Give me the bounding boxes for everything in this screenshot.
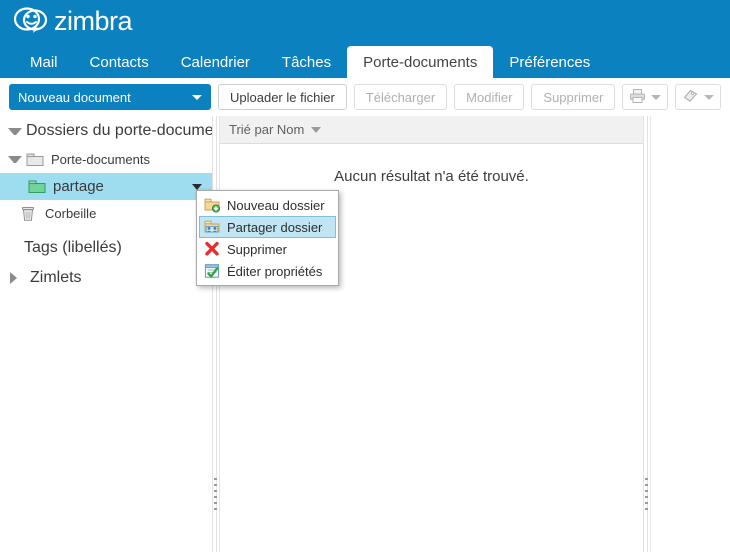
delete-button[interactable]: Supprimer	[531, 84, 616, 110]
tab-label: Tâches	[281, 53, 332, 71]
brand-logo[interactable]: zimbra	[13, 6, 133, 36]
sidebar-zimlets-label: Zimlets	[30, 269, 82, 286]
expand-triangle-icon[interactable]	[10, 272, 24, 284]
sidebar-section-zimlets[interactable]: Zimlets	[0, 263, 212, 293]
zimbra-app-window: zimbra Mail Contacts Calendrier Tâches P…	[0, 0, 730, 552]
tab-label: Porte-documents	[363, 53, 478, 71]
tag-icon	[682, 88, 699, 107]
folder-actions-chevron-down-icon[interactable]	[192, 183, 202, 190]
sidebar-item-label: Corbeille	[45, 206, 97, 221]
tag-button[interactable]	[675, 84, 722, 110]
folders-sidebar: Dossiers du porte-documents Porte-docume…	[0, 116, 212, 552]
tab-porte-documents[interactable]: Porte-documents	[347, 46, 494, 78]
printer-icon	[629, 88, 646, 107]
sidebar-item-partage[interactable]: partage	[0, 173, 212, 200]
file-list-pane: Trié par Nom Aucun résultat n'a été trou…	[219, 116, 643, 552]
file-list-header: Trié par Nom	[220, 116, 643, 144]
sidebar-item-label: partage	[53, 178, 104, 195]
collapse-triangle-icon[interactable]	[8, 127, 22, 135]
delete-label: Supprimer	[543, 89, 604, 105]
folder-add-icon	[204, 197, 221, 213]
tab-contacts[interactable]: Contacts	[74, 46, 165, 78]
left-splitter-handle[interactable]	[212, 116, 217, 552]
tab-label: Contacts	[89, 53, 149, 71]
main-toolbar: Nouveau document Uploader le fichier Tél…	[0, 78, 730, 116]
tab-label: Préférences	[509, 53, 591, 71]
context-menu-item-label: Éditer propriétés	[227, 263, 323, 279]
main-tab-strip: Mail Contacts Calendrier Tâches Porte-do…	[0, 46, 730, 78]
zimbra-smiley-logo-icon	[13, 6, 48, 36]
tab-calendrier[interactable]: Calendrier	[165, 46, 266, 78]
sort-chevron-down-icon[interactable]	[311, 126, 322, 133]
sidebar-item-corbeille[interactable]: Corbeille	[0, 200, 212, 227]
folder-context-menu: Nouveau dossier Partager dossier Supprim…	[196, 190, 339, 286]
empty-results-message: Aucun résultat n'a été trouvé.	[334, 168, 529, 185]
sidebar-section-tags[interactable]: Tags (libellés)	[0, 233, 212, 263]
chevron-down-icon	[704, 94, 715, 100]
app-banner: zimbra Mail Contacts Calendrier Tâches P…	[0, 0, 730, 78]
folder-icon-gray	[26, 152, 44, 167]
trash-icon	[20, 206, 38, 221]
splitter-grip-icon	[645, 478, 648, 514]
tab-mail[interactable]: Mail	[14, 46, 74, 78]
context-menu-item-label: Nouveau dossier	[227, 197, 325, 213]
print-button[interactable]	[622, 84, 669, 110]
context-menu-item-label: Partager dossier	[227, 219, 323, 235]
context-menu-item-new-folder[interactable]: Nouveau dossier	[199, 194, 336, 216]
tab-taches[interactable]: Tâches	[266, 46, 347, 78]
sidebar-header-label: Dossiers du porte-documents	[26, 122, 212, 139]
delete-x-icon	[204, 241, 220, 257]
sort-by-label: Trié par Nom	[229, 122, 305, 137]
context-menu-item-label: Supprimer	[227, 241, 287, 257]
sidebar-tags-label: Tags (libellés)	[24, 239, 122, 256]
brand-name: zimbra	[54, 6, 133, 36]
context-menu-item-delete[interactable]: Supprimer	[199, 238, 336, 260]
context-menu-item-edit-properties[interactable]: Éditer propriétés	[199, 260, 336, 282]
folder-share-icon	[204, 219, 220, 235]
download-button[interactable]: Télécharger	[353, 84, 448, 110]
tab-preferences[interactable]: Préférences	[493, 46, 606, 78]
right-splitter-handle[interactable]	[643, 116, 648, 552]
download-label: Télécharger	[365, 89, 436, 105]
new-document-label: Nouveau document	[18, 89, 131, 105]
sidebar-item-porte-documents[interactable]: Porte-documents	[0, 146, 212, 173]
sidebar-item-label: Porte-documents	[51, 152, 150, 167]
sidebar-header-briefcase-folders[interactable]: Dossiers du porte-documents	[0, 116, 212, 146]
chevron-down-icon	[651, 94, 662, 100]
folder-icon-green	[28, 179, 46, 194]
collapse-triangle-icon[interactable]	[8, 156, 22, 163]
upload-file-button[interactable]: Uploader le fichier	[218, 84, 347, 110]
chevron-down-icon	[192, 94, 202, 100]
edit-button[interactable]: Modifier	[454, 84, 525, 110]
splitter-grip-icon	[214, 478, 217, 514]
reading-pane	[650, 116, 730, 552]
edit-properties-icon	[204, 263, 220, 279]
upload-file-label: Uploader le fichier	[230, 89, 335, 105]
new-document-button[interactable]: Nouveau document	[9, 84, 211, 110]
tab-label: Mail	[30, 53, 58, 71]
context-menu-item-share-folder[interactable]: Partager dossier	[199, 216, 336, 238]
edit-label: Modifier	[466, 89, 513, 105]
tab-label: Calendrier	[180, 53, 250, 71]
